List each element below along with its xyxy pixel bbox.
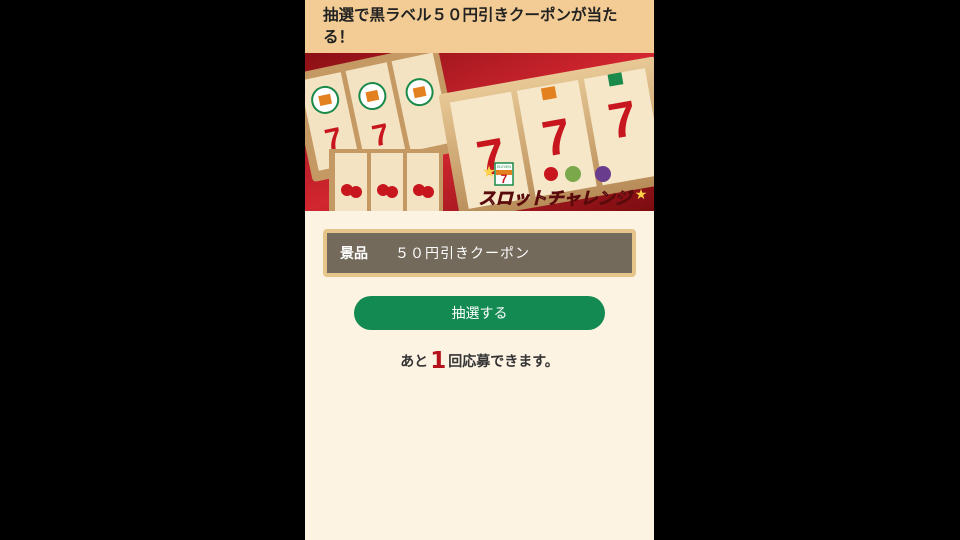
banner-title: スロットチャレンジ [479,189,635,209]
svg-text:ELEVEN: ELEVEN [497,165,511,169]
cherry-icon [544,167,558,181]
lower-left-reels [329,149,443,211]
star-icon: ★ [635,187,648,203]
draw-button[interactable]: 抽選する [354,296,605,330]
seven-eleven-logo-icon: 7 ELEVEN [494,162,514,186]
melon-icon [565,166,581,182]
remaining-suffix: 回応募できます。 [448,354,559,370]
remaining-count: 1 [430,348,447,374]
star-icon: ★ [482,162,496,181]
prize-value: ５０円引きクーポン [395,246,530,262]
remaining-entries: あと1 回応募できます。 [305,348,654,374]
prize-box: 景品 ５０円引きクーポン [323,229,636,277]
grape-icon [595,166,611,182]
slot-challenge-banner: 7 7 7 7 7 7 ELEVEN ★ ★ スロットチャレンジ [305,53,654,211]
prize-label: 景品 [340,246,368,262]
svg-text:7: 7 [501,172,508,186]
page-title: 抽選で黒ラベル５０円引きクーポンが当たる！ [305,0,654,53]
remaining-prefix: あと [400,354,429,370]
phone-screen: 抽選で黒ラベル５０円引きクーポンが当たる！ 7 7 7 7 7 7 ELEVEN… [305,0,654,540]
